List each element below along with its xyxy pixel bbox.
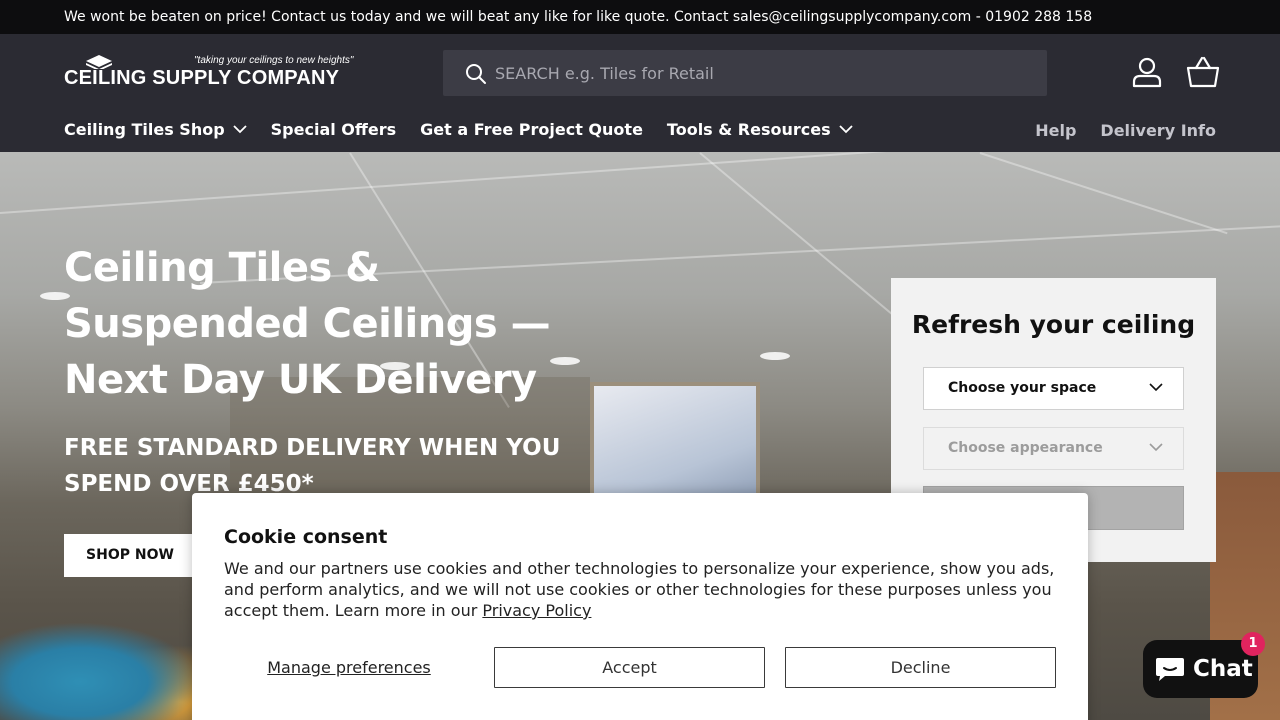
decline-button[interactable]: Decline xyxy=(785,647,1056,688)
ceiling-light xyxy=(760,352,790,360)
nav-item-help[interactable]: Help xyxy=(1035,121,1076,140)
chat-badge: 1 xyxy=(1241,632,1265,656)
cookie-consent-dialog: Cookie consent We and our partners use c… xyxy=(192,493,1088,720)
search-input[interactable] xyxy=(495,50,1025,96)
chevron-down-icon xyxy=(838,125,853,134)
nav-item-label: Delivery Info xyxy=(1100,121,1216,140)
shop-now-button[interactable]: SHOP NOW xyxy=(64,534,196,577)
cookie-body-text: We and our partners use cookies and othe… xyxy=(224,559,1055,620)
nav-item-label: Tools & Resources xyxy=(666,120,831,139)
nav-item-tools-resources[interactable]: Tools & Resources xyxy=(667,120,853,139)
nav-item-delivery-info[interactable]: Delivery Info xyxy=(1100,121,1216,140)
space-select-label: Choose your space xyxy=(948,380,1097,396)
ceiling-grid-line xyxy=(979,152,1228,235)
nav-item-special-offers[interactable]: Special Offers xyxy=(271,120,396,139)
secondary-nav: Help Delivery Info xyxy=(1035,121,1216,140)
privacy-policy-link[interactable]: Privacy Policy xyxy=(482,601,591,620)
logo[interactable]: "taking your ceilings to new heights" CE… xyxy=(64,54,364,94)
cookie-body: We and our partners use cookies and othe… xyxy=(224,558,1064,621)
basket-icon[interactable] xyxy=(1186,56,1220,88)
appearance-select-label: Choose appearance xyxy=(948,440,1103,456)
chat-button[interactable]: Chat xyxy=(1143,640,1258,698)
space-select[interactable]: Choose your space xyxy=(923,367,1184,410)
search-icon[interactable] xyxy=(465,63,487,85)
cookie-title: Cookie consent xyxy=(224,526,388,548)
nav-item-label: Ceiling Tiles Shop xyxy=(64,120,225,139)
chat-bubble-icon xyxy=(1156,658,1184,681)
user-icon[interactable] xyxy=(1131,56,1163,88)
refresh-title: Refresh your ceiling xyxy=(911,310,1196,339)
search-bar xyxy=(443,50,1047,96)
chevron-down-icon xyxy=(1149,383,1163,392)
accept-button[interactable]: Accept xyxy=(494,647,765,688)
nav-item-ceiling-tiles-shop[interactable]: Ceiling Tiles Shop xyxy=(64,120,247,139)
hero-chairs xyxy=(0,622,200,720)
site-header: "taking your ceilings to new heights" CE… xyxy=(0,34,1280,152)
hero-title: Ceiling Tiles & Suspended Ceilings — Nex… xyxy=(64,245,551,403)
chat-label: Chat xyxy=(1193,656,1253,682)
hero-subtitle: FREE STANDARD DELIVERY WHEN YOU SPEND OV… xyxy=(64,435,561,497)
logo-name: CEILING SUPPLY COMPANY xyxy=(64,67,340,89)
appearance-select[interactable]: Choose appearance xyxy=(923,427,1184,470)
nav-item-label: Help xyxy=(1035,121,1077,140)
announcement-bar: We wont be beaten on price! Contact us t… xyxy=(0,0,1280,34)
chevron-down-icon xyxy=(233,125,247,134)
chevron-down-icon xyxy=(1149,443,1163,452)
nav-item-label: Get a Free Project Quote xyxy=(420,120,643,139)
main-nav: Ceiling Tiles Shop Special Offers Get a … xyxy=(64,120,853,139)
manage-preferences-button[interactable]: Manage preferences xyxy=(224,647,474,688)
nav-item-free-project-quote[interactable]: Get a Free Project Quote xyxy=(420,120,643,139)
nav-item-label: Special Offers xyxy=(270,120,397,139)
logo-tagline: "taking your ceilings to new heights" xyxy=(194,55,354,66)
